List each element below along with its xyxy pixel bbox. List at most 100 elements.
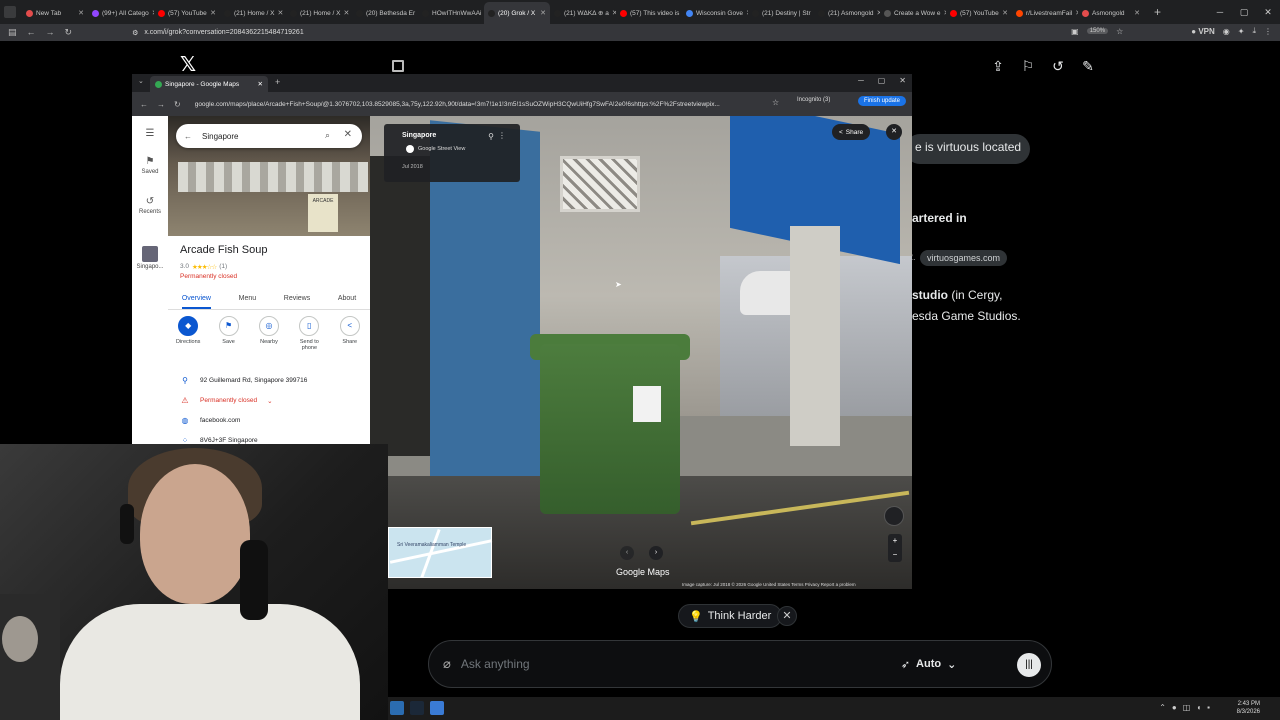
bookmark-icon[interactable]: ⚐: [1020, 58, 1036, 74]
inner-bookmark-star-icon[interactable]: ☆: [772, 98, 779, 107]
finish-update-button[interactable]: Finish update: [857, 96, 906, 106]
share-button[interactable]: < Share: [333, 316, 367, 351]
search-icon[interactable]: ⌕: [325, 130, 330, 141]
inner-back-icon[interactable]: ←: [140, 100, 148, 109]
volume-icon[interactable]: ◖: [1196, 703, 1201, 712]
mode-selector[interactable]: ➶ Auto ⌄: [901, 658, 956, 671]
inner-reload-icon[interactable]: ↻: [174, 100, 181, 109]
taskbar-app-icon[interactable]: [430, 701, 444, 715]
browser-tab[interactable]: (21) Home / X ✕: [286, 2, 352, 24]
zoom-out-icon[interactable]: −: [893, 550, 898, 559]
directions-button[interactable]: ◆ Directions: [171, 316, 205, 351]
browser-tab[interactable]: (20) Bethesda Er✕: [352, 2, 418, 24]
back-arrow-icon[interactable]: ←: [184, 132, 192, 141]
inner-tab-search-icon[interactable]: ⌄: [138, 77, 144, 85]
omnibox[interactable]: ⚙ x.com/i/grok?conversation=208436221548…: [132, 29, 304, 37]
tab-close-icon[interactable]: ✕: [343, 9, 349, 17]
sv-close-button[interactable]: ✕: [886, 124, 902, 140]
sv-share-button[interactable]: < Share: [832, 124, 871, 140]
inner-forward-icon[interactable]: →: [157, 100, 165, 109]
tab-close-icon[interactable]: ✕: [1134, 9, 1140, 17]
street-view-image[interactable]: [370, 116, 912, 589]
inner-omnibox-url[interactable]: google.com/maps/place/Arcade+Fish+Soup/@…: [195, 101, 755, 108]
browser-tab[interactable]: HOwITHnWwAAi✕: [418, 2, 484, 24]
forward-icon[interactable]: →: [46, 27, 55, 38]
tray-chevron-icon[interactable]: ⌃: [1159, 703, 1166, 712]
browser-tab[interactable]: (21) Home / X ✕: [220, 2, 286, 24]
side-panel-icon[interactable]: ▤: [8, 27, 17, 38]
ask-input[interactable]: [460, 657, 901, 671]
zoom-in-icon[interactable]: +: [893, 536, 898, 545]
browser-tab[interactable]: New Tab ✕: [22, 2, 88, 24]
expand-icon[interactable]: [392, 60, 404, 72]
history-icon[interactable]: ↺: [1050, 58, 1066, 74]
extensions-icon[interactable]: ✦: [1238, 27, 1245, 36]
tab-about[interactable]: About: [338, 292, 356, 309]
inner-close-icon[interactable]: ✕: [899, 76, 906, 85]
bookmark-star-icon[interactable]: ☆: [1116, 27, 1123, 36]
plus-code-row[interactable]: ⁘ 8V6J+3F Singapore: [180, 436, 258, 444]
rail-saved[interactable]: ⚑ Saved: [132, 156, 168, 175]
browser-tab[interactable]: (57) YouTube ✕: [946, 2, 1012, 24]
inner-tab-maps[interactable]: Singapore - Google Maps ✕: [150, 76, 268, 92]
vpn-badge[interactable]: ● VPN: [1191, 27, 1215, 36]
new-chat-icon[interactable]: ✎: [1080, 58, 1096, 74]
network-icon[interactable]: ◫: [1183, 703, 1191, 712]
inner-minimize-icon[interactable]: ─: [858, 76, 864, 85]
downloads-icon[interactable]: ⤓: [1252, 26, 1256, 36]
tab-close-icon[interactable]: ✕: [210, 9, 216, 17]
source-chip[interactable]: virtuosgames.com: [920, 250, 1008, 266]
tray-app-icon[interactable]: ▪: [1207, 703, 1210, 712]
taskbar-app-icon[interactable]: [390, 701, 404, 715]
taskbar-clock[interactable]: 2:43 PM 8/3/2026: [1237, 700, 1260, 716]
maximize-icon[interactable]: ▢: [1232, 0, 1256, 24]
tab-close-icon[interactable]: ✕: [78, 9, 84, 17]
browser-tab[interactable]: (20) Grok / X ✕: [484, 2, 550, 24]
previous-photo-icon[interactable]: ‹: [620, 546, 634, 560]
browser-tab[interactable]: (57) YouTube ✕: [154, 2, 220, 24]
inner-maximize-icon[interactable]: ▢: [878, 76, 886, 85]
next-photo-icon[interactable]: ›: [649, 546, 663, 560]
tab-reviews[interactable]: Reviews: [284, 292, 310, 309]
think-harder-button[interactable]: 💡 Think Harder: [678, 604, 783, 628]
tab-overview[interactable]: Overview: [181, 292, 211, 309]
tab-close-icon[interactable]: ✕: [1002, 9, 1008, 17]
inner-new-tab-icon[interactable]: +: [275, 77, 280, 87]
tab-close-icon[interactable]: ✕: [277, 9, 283, 17]
incognito-badge[interactable]: Incognito (3): [797, 97, 830, 103]
browser-tab[interactable]: (57) This video is✕: [616, 2, 682, 24]
tab-menu[interactable]: Menu: [239, 292, 257, 309]
browser-tab[interactable]: r/LivestreamFail✕: [1012, 2, 1078, 24]
attach-icon[interactable]: ⌀: [443, 656, 451, 672]
zoom-control[interactable]: + −: [888, 534, 902, 562]
send-to-phone-button[interactable]: ▯ Send to phone: [292, 316, 326, 351]
browser-tab[interactable]: (99+) All Catego✕: [88, 2, 154, 24]
close-window-icon[interactable]: ✕: [1256, 0, 1280, 24]
website-row[interactable]: ◍ facebook.com: [180, 416, 241, 425]
dismiss-suggestion-button[interactable]: ✕: [777, 606, 797, 626]
inner-tab-close-icon[interactable]: ✕: [258, 80, 263, 88]
rail-recent-place[interactable]: Singapo...: [132, 246, 168, 270]
tray-app-icon[interactable]: ●: [1172, 703, 1177, 712]
zoom-badge[interactable]: 150%: [1086, 28, 1109, 34]
voice-mode-button[interactable]: |||: [1017, 653, 1041, 677]
menu-hamburger-icon[interactable]: ☰: [132, 128, 168, 141]
browser-tab[interactable]: (21) Asmongold ✕: [814, 2, 880, 24]
reload-icon[interactable]: ↻: [65, 27, 73, 38]
address-row[interactable]: ⚲ 92 Guillemard Rd, Singapore 399716: [180, 376, 307, 385]
steam-icon[interactable]: [410, 701, 424, 715]
page-info-icon[interactable]: ▣: [1071, 27, 1079, 36]
clear-search-icon[interactable]: ✕: [344, 129, 352, 140]
rail-recents[interactable]: ↺ Recents: [132, 196, 168, 215]
nearby-button[interactable]: ◎ Nearby: [252, 316, 286, 351]
profile-icon[interactable]: ◉: [1223, 27, 1230, 36]
share-icon[interactable]: ⇪: [990, 58, 1006, 74]
tab-close-icon[interactable]: ✕: [540, 9, 546, 17]
tab-search-icon[interactable]: [4, 6, 16, 18]
save-button[interactable]: ⚑ Save: [212, 316, 246, 351]
minimize-icon[interactable]: ─: [1208, 0, 1232, 24]
site-info-icon[interactable]: ⚙: [132, 29, 138, 37]
mini-map[interactable]: Sri Veeramakaliamman Temple: [388, 527, 493, 578]
maps-search-box[interactable]: ← Singapore ⌕ ✕: [176, 124, 362, 148]
new-tab-icon[interactable]: +: [1154, 5, 1161, 19]
